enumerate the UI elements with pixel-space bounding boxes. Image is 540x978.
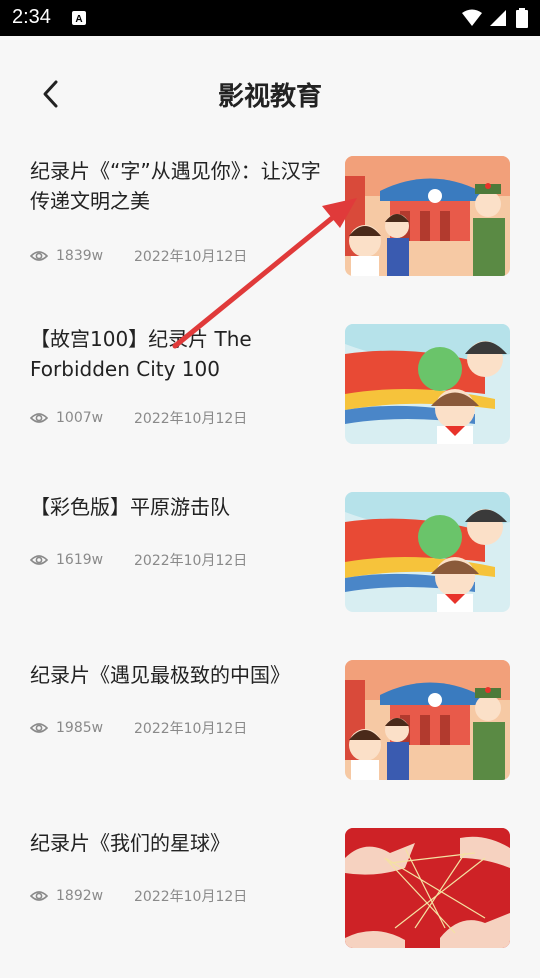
page-title: 影视教育	[217, 82, 322, 112]
item-title: 【故宫100】纪录片 The Forbidden City 100	[30, 327, 252, 381]
thumbnail-image	[345, 324, 510, 444]
item-meta: 1985w 2022年10月12日	[30, 718, 247, 738]
item-meta: 1619w 2022年10月12日	[30, 550, 247, 570]
eye-icon	[30, 413, 48, 423]
item-title: 纪录片《“字”从遇见你》：让汉字传递文明之美	[30, 159, 321, 213]
item-meta: 1839w 2022年10月12日	[30, 246, 247, 266]
thumbnail-image	[345, 156, 510, 276]
item-meta: 1007w 2022年10月12日	[30, 408, 247, 428]
view-count: 1985w	[56, 720, 104, 736]
eye-icon	[30, 251, 48, 261]
publish-date: 2022年10月12日	[134, 249, 248, 265]
eye-icon	[30, 891, 48, 901]
status-time: 2:34	[12, 6, 51, 28]
view-count: 1839w	[56, 248, 104, 264]
signal-icon	[490, 10, 506, 26]
list-item[interactable]: 纪录片《“字”从遇见你》：让汉字传递文明之美 1839w 2022年10月12日	[0, 156, 540, 306]
eye-icon	[30, 555, 48, 565]
status-bar: 2:34 A	[0, 0, 540, 36]
list-item[interactable]: 【彩色版】平原游击队 1619w 2022年10月12日	[0, 492, 540, 642]
page-header: 影视教育	[0, 36, 540, 156]
thumbnail-image	[345, 492, 510, 612]
item-meta: 1892w 2022年10月12日	[30, 886, 247, 906]
publish-date: 2022年10月12日	[134, 553, 248, 569]
battery-icon	[516, 8, 528, 28]
item-title: 【彩色版】平原游击队	[30, 495, 230, 519]
view-count: 1007w	[56, 410, 104, 426]
item-title: 纪录片《遇见最极致的中国》	[30, 663, 290, 687]
view-count: 1892w	[56, 888, 104, 904]
view-count: 1619w	[56, 552, 104, 568]
publish-date: 2022年10月12日	[134, 889, 248, 905]
wifi-icon	[462, 9, 482, 26]
notification-a-icon: A	[72, 11, 86, 25]
list-item[interactable]: 纪录片《遇见最极致的中国》 1985w 2022年10月12日	[0, 660, 540, 810]
list-item[interactable]: 【故宫100】纪录片 The Forbidden City 100 1007w …	[0, 324, 540, 474]
thumbnail-image	[345, 660, 510, 780]
eye-icon	[30, 723, 48, 733]
thumbnail-image	[345, 828, 510, 948]
publish-date: 2022年10月12日	[134, 721, 248, 737]
svg-text:A: A	[75, 14, 82, 25]
list-item[interactable]: 纪录片《我们的星球》 1892w 2022年10月12日	[0, 828, 540, 978]
publish-date: 2022年10月12日	[134, 411, 248, 427]
item-title: 纪录片《我们的星球》	[30, 831, 230, 855]
